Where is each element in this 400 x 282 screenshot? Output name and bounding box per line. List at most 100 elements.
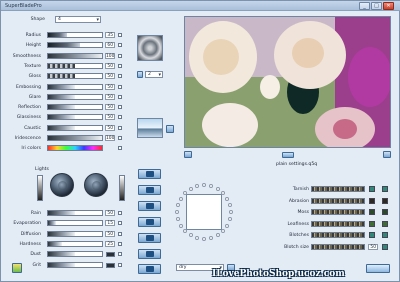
slider-hardness[interactable] [47,240,103,247]
value-caustic[interactable]: 50 [105,124,115,131]
value-iridescence[interactable]: 100 [105,135,115,141]
color-picker-blotch-size[interactable] [382,243,388,250]
checkbox-reflection[interactable] [118,105,122,110]
light-position-dot[interactable] [221,229,226,234]
checkbox-caustic[interactable] [118,125,122,130]
slider-glare[interactable] [47,93,103,100]
light-position-dot[interactable] [215,233,220,238]
color-picker-blotches[interactable] [382,232,388,238]
forward-button[interactable] [138,201,161,211]
light-position-dot[interactable] [178,196,183,201]
light-position-dot[interactable] [188,186,193,191]
param-slider-blotch-size[interactable] [311,243,365,250]
light-position-dot[interactable] [225,196,230,201]
slider-rain[interactable] [47,210,103,216]
preview-left-button[interactable] [184,151,192,158]
color-picker-moss[interactable] [382,209,388,215]
color-swatch-tarnish[interactable] [369,186,375,192]
slider-glassiness[interactable] [47,114,103,121]
minimize-button[interactable]: _ [359,2,370,10]
value-diffusion[interactable]: 50 [105,230,115,237]
light-position-dot[interactable] [225,223,230,228]
value-texture[interactable]: 50 [105,62,115,69]
color-swatch-leafiness[interactable] [369,220,375,227]
lights-contrast-slider[interactable] [119,175,125,201]
checkbox-iri-colors[interactable] [118,146,122,151]
close-button[interactable]: ✕ [383,2,394,10]
light-position-dot[interactable] [228,216,233,221]
light-position-dot[interactable] [178,223,183,228]
light-position-dot[interactable] [228,203,233,207]
environment-thumbnail[interactable] [137,118,163,138]
light-position-dot[interactable] [221,190,226,195]
color-picker-leafiness[interactable] [382,220,388,227]
color-picker-abrasion[interactable] [382,197,388,204]
texture-icon[interactable] [137,71,143,78]
slider-evaporation[interactable] [47,220,103,227]
slider-dust[interactable] [47,251,103,258]
value-smoothness[interactable]: 100 [105,52,115,59]
undo-button[interactable] [138,233,161,243]
checkbox-dust[interactable] [118,252,122,257]
checkbox-iridescence[interactable] [118,136,122,140]
color-swatch-moss[interactable] [369,209,375,215]
slider-iridescence[interactable] [47,135,103,141]
checkbox-glare[interactable] [118,94,122,99]
texture-select[interactable]: 2 [145,71,163,78]
slider-reflection[interactable] [47,104,103,111]
reset-button[interactable] [138,217,161,227]
slider-texture[interactable] [47,62,103,69]
param-slider-tarnish[interactable] [311,186,365,192]
value-glassiness[interactable]: 50 [105,114,115,121]
swatch-dust[interactable] [106,252,115,258]
light-position-dot[interactable] [182,190,187,195]
slider-grit[interactable] [47,261,103,268]
slider-smoothness[interactable] [47,52,103,59]
slider-diffusion[interactable] [47,230,103,237]
light-position-dot[interactable] [208,183,213,188]
step-button[interactable] [138,185,161,195]
light-position-dot[interactable] [175,203,180,207]
ok-button[interactable] [366,264,390,273]
slider-gloss[interactable] [47,73,103,80]
lights-brightness-slider[interactable] [37,175,43,201]
checkbox-glassiness[interactable] [118,115,122,120]
checkbox-smoothness[interactable] [118,53,122,58]
color-swatch-blotches[interactable] [369,232,375,238]
value-glare[interactable]: 50 [105,93,115,100]
checkbox-radius[interactable] [118,33,122,37]
checkbox-hardness[interactable] [118,241,122,246]
light-position-dot[interactable] [202,237,206,241]
slider-height[interactable] [47,42,103,49]
param-slider-moss[interactable] [311,209,365,215]
save-button[interactable] [138,249,161,259]
light-position-dot[interactable] [182,229,187,234]
value-embossing[interactable]: 50 [105,83,115,90]
load-button[interactable] [138,264,161,274]
light-position-dot[interactable] [208,236,213,241]
light-position-dot[interactable] [188,233,193,238]
checkbox-height[interactable] [118,43,122,48]
slider-radius[interactable] [47,32,103,38]
environment-button[interactable] [166,125,174,133]
value-radius[interactable]: 35 [105,32,115,38]
preview-right-button[interactable] [383,151,391,158]
slider-embossing[interactable] [47,83,103,90]
play-button[interactable] [138,169,161,179]
value-blotch-size[interactable]: 50 [368,243,378,250]
light-position-dot[interactable] [195,236,199,241]
slider-caustic[interactable] [47,124,103,131]
value-height[interactable]: 60 [105,42,115,49]
param-slider-blotches[interactable] [311,232,365,238]
light-position-dot[interactable] [175,216,180,221]
light-position-dot[interactable] [175,210,179,214]
swatch-grit[interactable] [106,262,115,268]
maximize-button[interactable]: □ [371,2,382,10]
checkbox-gloss[interactable] [118,74,122,79]
checkbox-rain[interactable] [118,211,122,215]
light-position-dot[interactable] [195,183,199,188]
checkbox-texture[interactable] [118,63,122,68]
preview-image[interactable] [184,16,391,148]
value-rain[interactable]: 50 [105,210,115,216]
light-position-dot[interactable] [229,210,233,214]
